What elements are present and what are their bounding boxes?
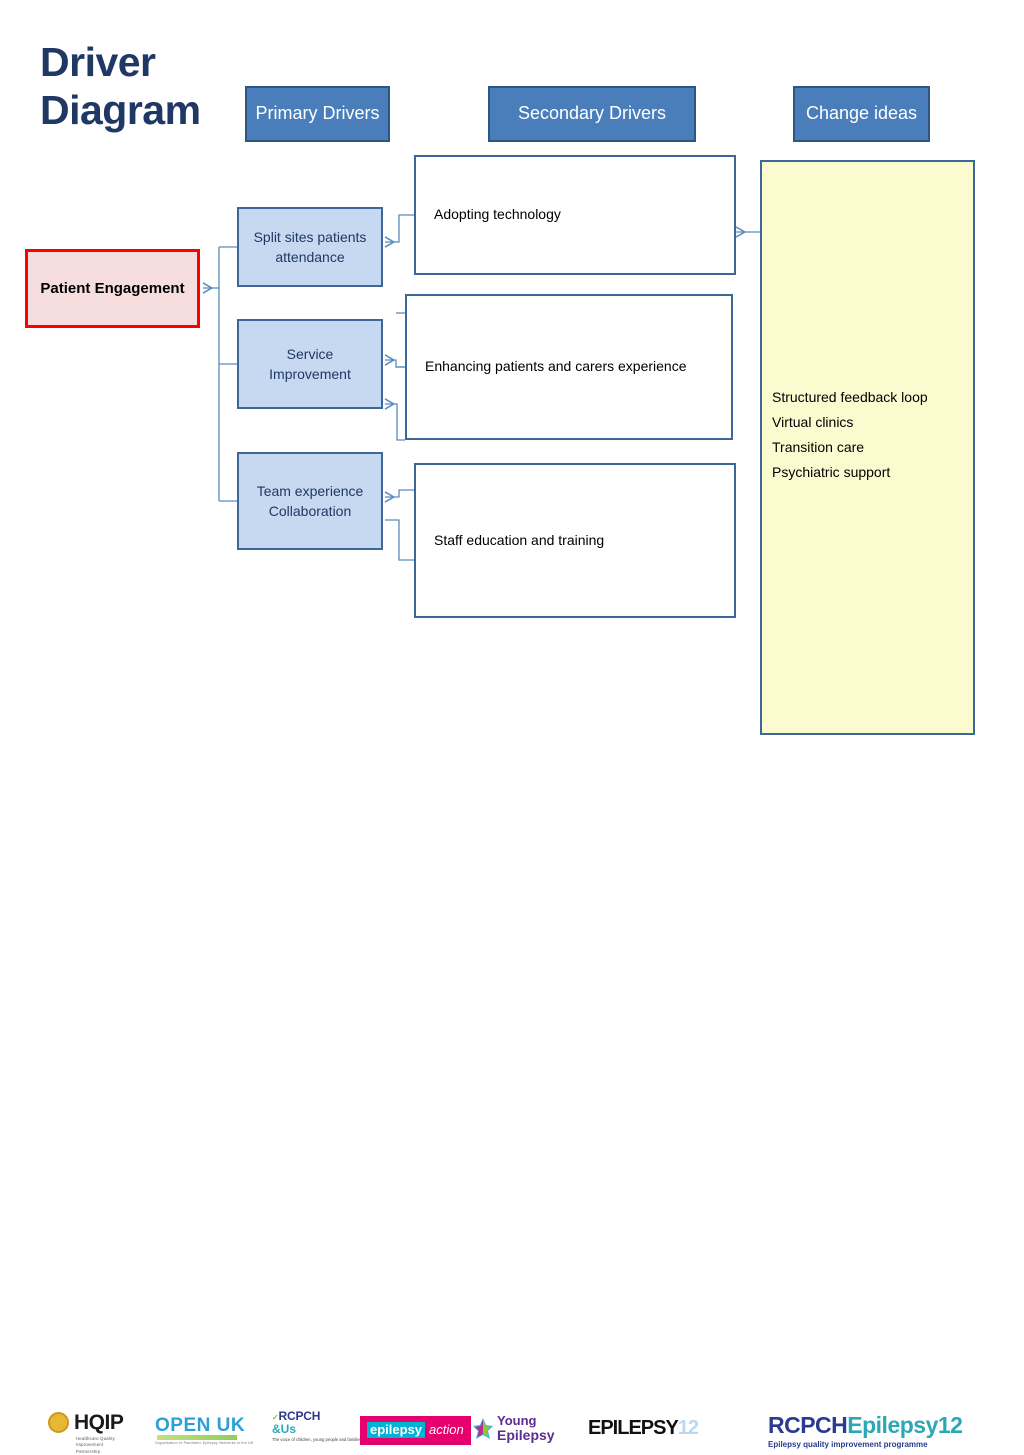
change-idea-overlay-3: Transition care [772, 438, 865, 455]
change-idea-overlay-1: Structured feedback loop [772, 389, 928, 405]
hqip-subtitle: Healthcare Quality Improvement Partnersh… [76, 1436, 115, 1454]
hqip-coin-icon [48, 1412, 69, 1433]
change-idea-overlay-4: Psychiatric support [772, 463, 891, 480]
epilepsy12-logo: EPILEPSY 12 [588, 1417, 699, 1439]
primary-driver-box-2[interactable]: Service Improvement [237, 319, 383, 409]
rcpch-and-us-logo: ✓RCPCH &Us The voice of children, young … [272, 1410, 362, 1443]
epilepsy-action-word1: epilepsy [367, 1422, 426, 1439]
secondary-driver-box-2[interactable]: Enhancing patients and carers experience [405, 294, 733, 440]
epilepsy12-word: EPILEPSY [588, 1417, 679, 1439]
young-epilepsy-wordmark: Young Epilepsy [497, 1413, 555, 1444]
change-ideas-list-overlay: Structured feedback loop Virtual clinics… [772, 385, 972, 485]
secondary-driver-box-3[interactable]: Staff education and training [414, 463, 736, 618]
open-uk-logo: OPEN UK Organisation of Paediatric Epile… [155, 1415, 253, 1445]
aim-box-patient-engagement[interactable]: Patient Engagement [25, 249, 200, 328]
change-idea-overlay-2: Virtual clinics [772, 413, 854, 430]
open-uk-underline-icon [157, 1435, 237, 1440]
secondary-driver-box-1[interactable]: Adopting technology [414, 155, 736, 275]
rcpch-epilepsy12-subtitle: Epilepsy quality improvement programme [768, 1440, 928, 1449]
rcpch-epilepsy12-wordmark: RCPCHEpilepsy12 [768, 1412, 963, 1438]
driver-diagram-slide: Driver Diagram Primary Drivers Secondary… [0, 0, 1024, 1454]
epilepsy-action-logo: epilepsy action [360, 1416, 471, 1446]
rcpch-us-line1: ✓RCPCH [272, 1409, 321, 1423]
young-epilepsy-logo: Young Epilepsy [472, 1413, 555, 1444]
open-uk-wordmark: OPEN UK [155, 1415, 246, 1436]
primary-driver-box-1[interactable]: Split sites patients attendance [237, 207, 383, 287]
open-uk-subtitle: Organisation of Paediatric Epilepsy Netw… [155, 1441, 254, 1445]
epilepsy12-number: 12 [677, 1417, 699, 1439]
column-header-secondary-drivers: Secondary Drivers [488, 86, 696, 142]
rcpch-epilepsy12-logo: RCPCHEpilepsy12 Epilepsy quality improve… [768, 1412, 963, 1450]
column-header-change-ideas: Change ideas [793, 86, 930, 142]
column-header-primary-drivers: Primary Drivers [245, 86, 390, 142]
young-epilepsy-star-icon [472, 1417, 494, 1441]
page-title: Driver Diagram [40, 39, 201, 134]
epilepsy-action-word2: action [429, 1422, 464, 1437]
hqip-logo: HQIP Healthcare Quality Improvement Part… [48, 1411, 124, 1454]
hqip-wordmark: HQIP [74, 1411, 124, 1434]
rcpch-us-line2: &Us [272, 1421, 297, 1436]
rcpch-us-subtitle: The voice of children, young people and … [272, 1437, 362, 1443]
primary-driver-box-3[interactable]: Team experience Collaboration [237, 452, 383, 550]
